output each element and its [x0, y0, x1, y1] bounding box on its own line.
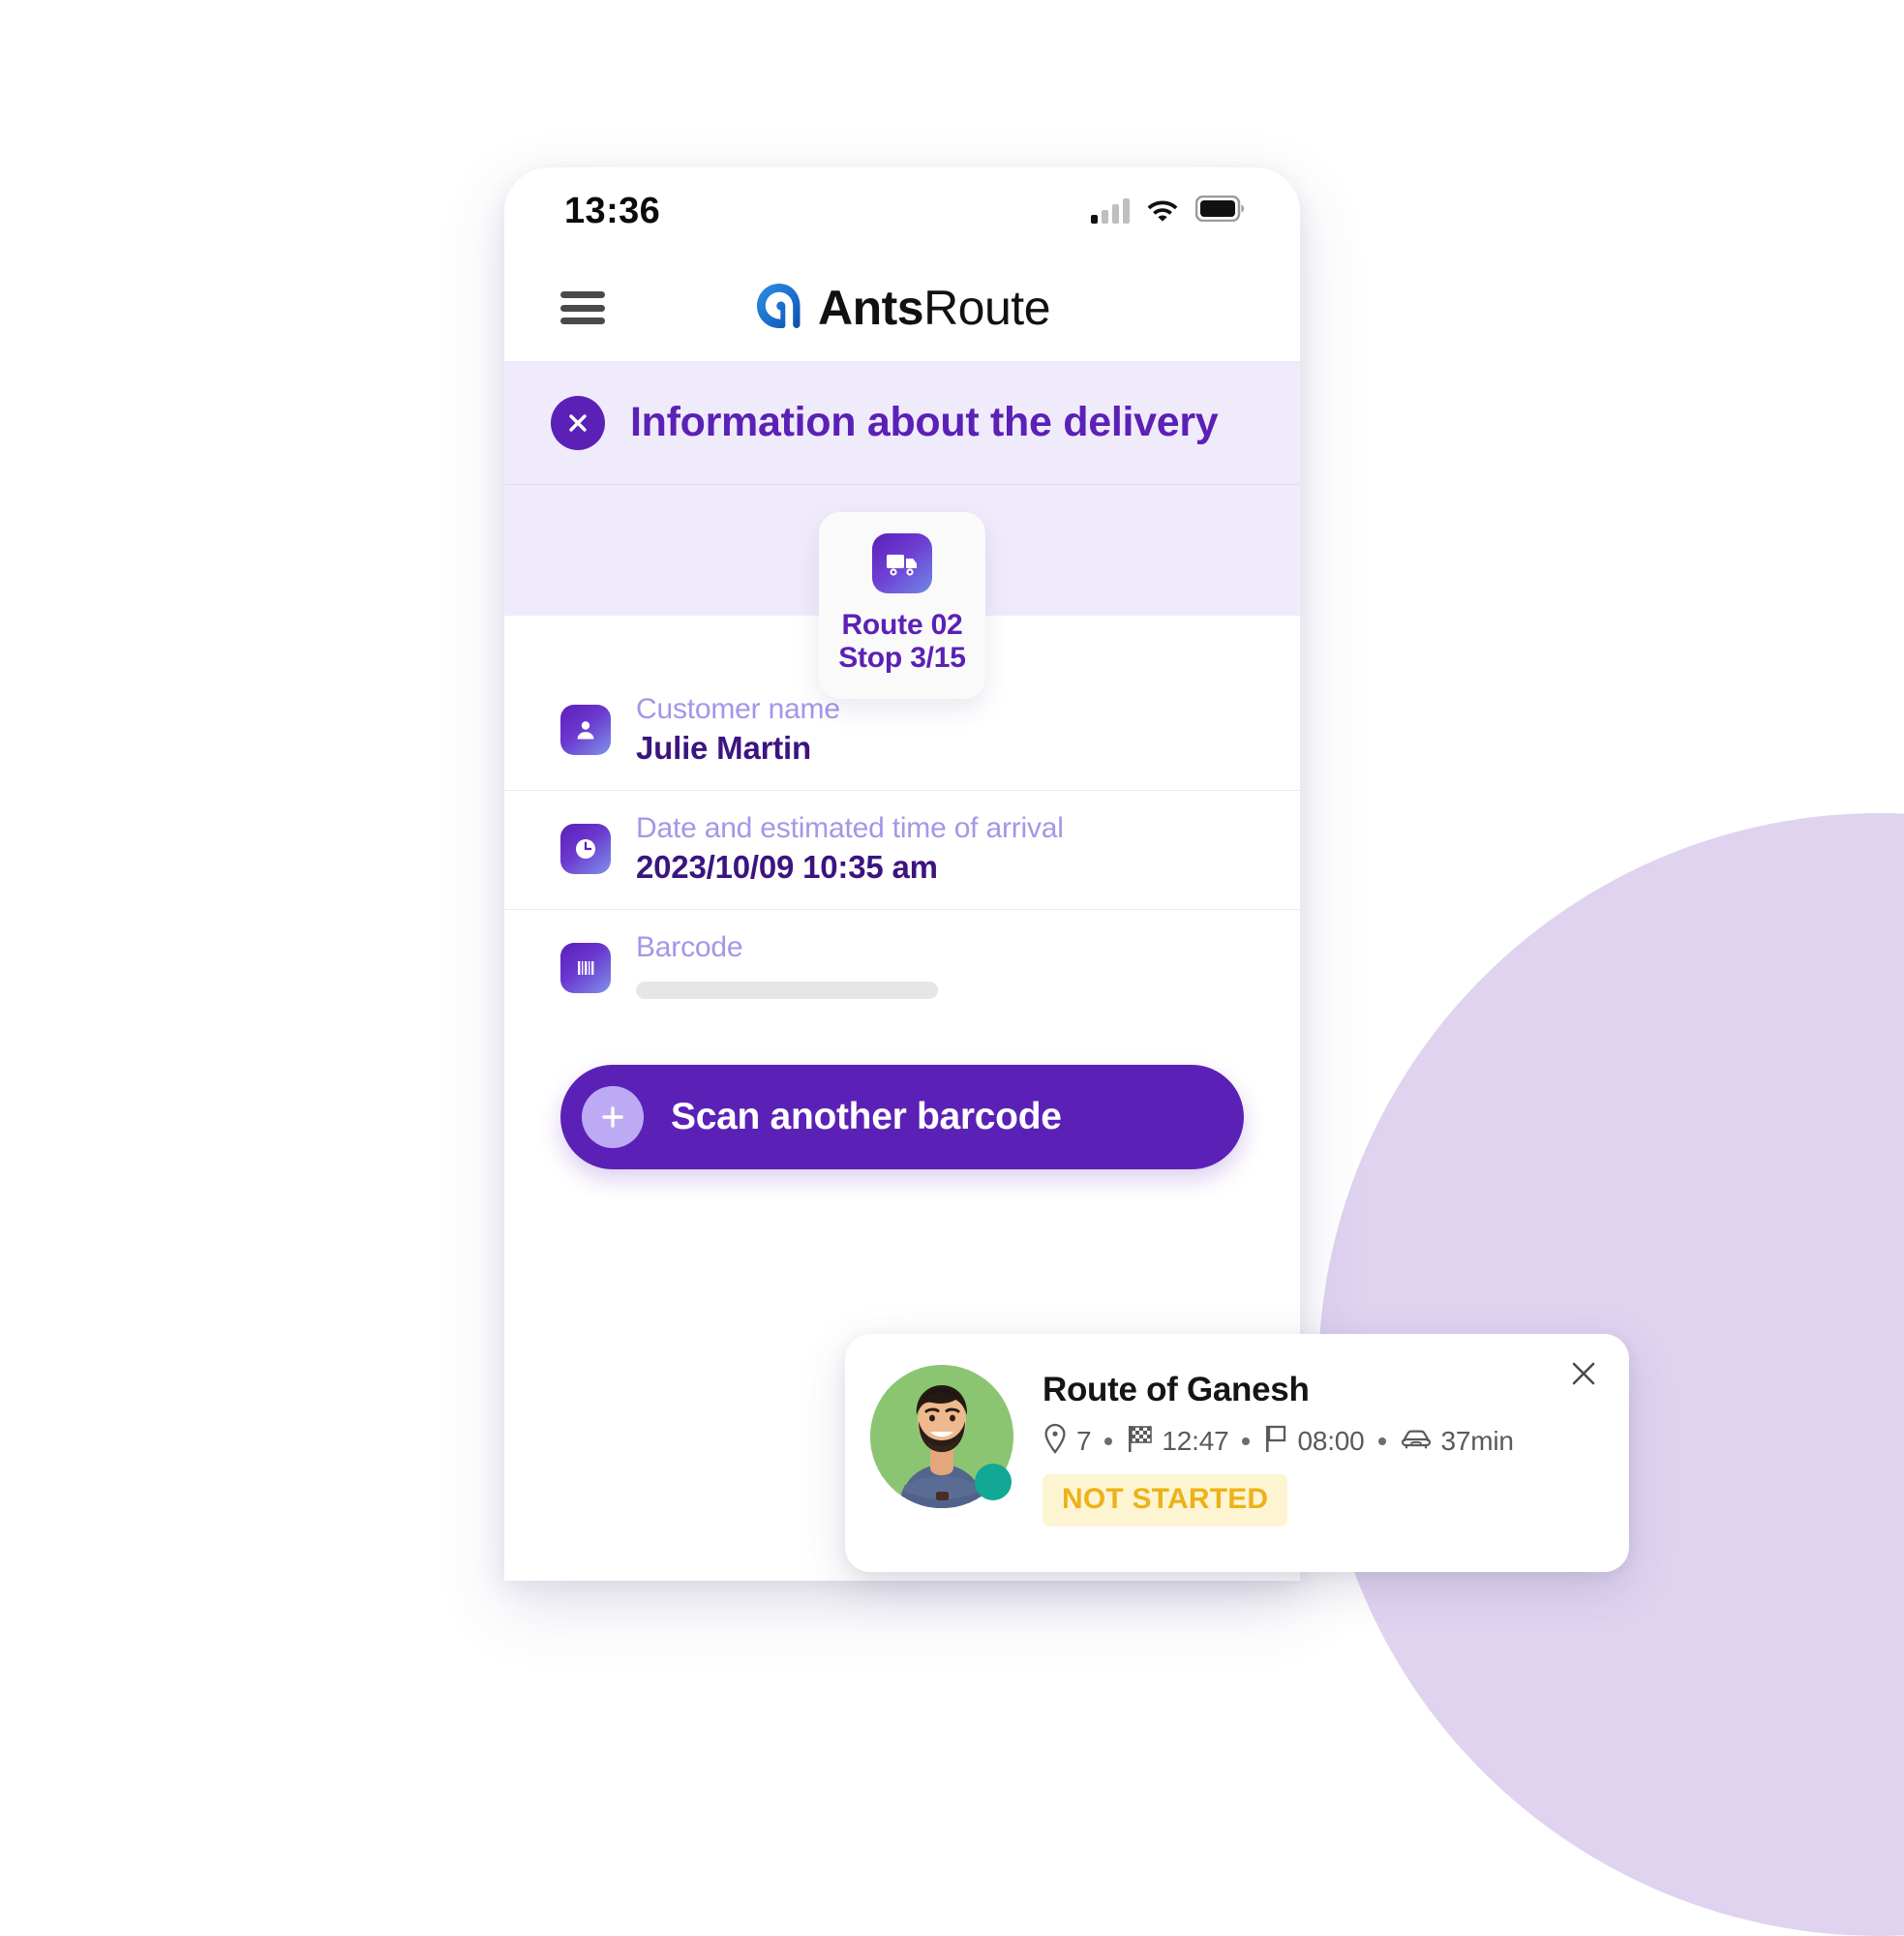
- brand-name-light: Route: [923, 281, 1051, 335]
- brand-name-bold: Ants: [817, 281, 924, 335]
- close-icon[interactable]: [551, 395, 605, 450]
- info-value: 2023/10/09 10:35 am: [636, 849, 938, 885]
- stat-separator: [1242, 1437, 1251, 1445]
- scan-button-label: Scan another barcode: [671, 1096, 1062, 1137]
- stat-value: 12:47: [1162, 1425, 1229, 1456]
- route-summary-card[interactable]: Route of Ganesh 7 12:47 08:00 37min NOT …: [845, 1334, 1629, 1572]
- map-pin-icon: [1043, 1423, 1068, 1459]
- clock-icon: [560, 824, 611, 874]
- route-card-body: Route of Ganesh 7 12:47 08:00 37min NOT …: [1043, 1355, 1604, 1551]
- route-chip-strip: Route 02 Stop 3/15: [504, 485, 1300, 700]
- battery-icon: [1194, 195, 1244, 227]
- route-card-stats: 7 12:47 08:00 37min: [1043, 1423, 1604, 1459]
- wifi-icon: [1146, 197, 1179, 227]
- stat-end-time: 12:47: [1126, 1423, 1229, 1459]
- close-icon[interactable]: [1565, 1355, 1602, 1392]
- antsroute-logo-icon: [754, 281, 804, 336]
- page-title: Information about the delivery: [630, 399, 1219, 445]
- person-badge-icon: [560, 705, 611, 755]
- delivery-truck-icon: [872, 533, 932, 593]
- stat-value: 37min: [1440, 1425, 1514, 1456]
- stat-value: 7: [1076, 1425, 1092, 1456]
- info-row-barcode: Barcode: [504, 910, 1300, 1022]
- signal-icon: [1091, 197, 1130, 224]
- stat-duration: 37min: [1400, 1424, 1514, 1458]
- car-icon: [1400, 1424, 1433, 1458]
- stat-start-time: 08:00: [1263, 1423, 1365, 1459]
- status-bar-icons: [1091, 195, 1244, 227]
- info-label: Date and estimated time of arrival: [636, 812, 1064, 844]
- avatar: [870, 1365, 1013, 1508]
- status-bar-time: 13:36: [564, 190, 661, 231]
- info-label: Barcode: [636, 931, 743, 963]
- stat-separator: [1377, 1437, 1386, 1445]
- delivery-info-header: Information about the delivery: [504, 361, 1300, 485]
- route-chip-stop: Stop 3/15: [838, 641, 966, 674]
- info-label: Customer name: [636, 693, 840, 725]
- brand-logo: AntsRoute: [504, 280, 1300, 336]
- info-row-eta: Date and estimated time of arrival 2023/…: [504, 791, 1300, 910]
- stat-separator: [1104, 1437, 1113, 1445]
- plus-icon: [582, 1086, 644, 1148]
- scan-another-barcode-button[interactable]: Scan another barcode: [560, 1065, 1244, 1169]
- status-badge: NOT STARTED: [1043, 1474, 1288, 1527]
- barcode-icon: [560, 943, 611, 993]
- cta-area: Scan another barcode: [504, 1022, 1300, 1169]
- checkered-flag-icon: [1126, 1423, 1153, 1459]
- info-value: Julie Martin: [636, 730, 811, 766]
- brand-name: AntsRoute: [817, 280, 1051, 336]
- stat-value: 08:00: [1297, 1425, 1365, 1456]
- barcode-value-placeholder: [636, 982, 938, 999]
- stat-stops: 7: [1043, 1423, 1092, 1459]
- flag-icon: [1263, 1423, 1288, 1459]
- route-card-title: Route of Ganesh: [1043, 1371, 1310, 1408]
- hamburger-menu-icon[interactable]: [560, 291, 605, 324]
- route-stop-chip[interactable]: Route 02 Stop 3/15: [819, 512, 985, 700]
- online-status-dot: [975, 1464, 1012, 1500]
- route-chip-route: Route 02: [841, 609, 963, 641]
- app-top-bar: AntsRoute: [504, 255, 1300, 361]
- status-bar: 13:36: [504, 167, 1300, 255]
